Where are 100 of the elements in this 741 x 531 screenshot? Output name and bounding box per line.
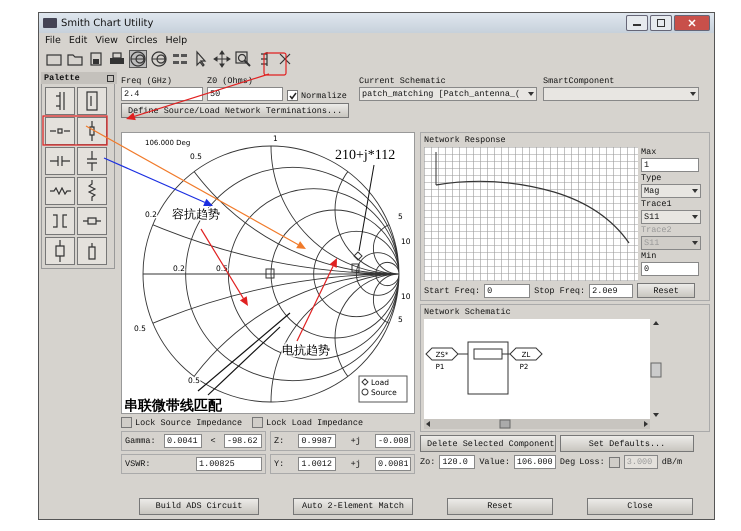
component-icon — [49, 128, 71, 134]
component-button[interactable] — [45, 87, 75, 115]
smith-chart-icon[interactable] — [129, 50, 147, 68]
gamma-angle-field[interactable]: -98.62 — [224, 434, 262, 448]
close-icon — [688, 19, 696, 27]
lock-load-label: Lock Load Impedance — [266, 418, 364, 428]
normalize-label: Normalize — [301, 90, 347, 100]
component-button[interactable] — [77, 207, 107, 235]
menu-item[interactable]: View — [95, 35, 118, 46]
dialog-button[interactable]: Auto 2-Element Match — [293, 498, 413, 514]
menu-item[interactable]: Edit — [68, 35, 88, 46]
y-label: Y: — [274, 459, 284, 469]
z-real-field[interactable]: 0.9987 — [298, 434, 336, 448]
min-field[interactable]: 0 — [641, 262, 699, 276]
type-label: Type — [641, 173, 662, 183]
zoom-icon[interactable] — [234, 50, 252, 68]
max-field[interactable]: 1 — [641, 158, 699, 172]
chart-caption: 串联微带线匹配 — [124, 398, 222, 413]
gamma-magnitude-field[interactable]: 0.0041 — [164, 434, 202, 448]
z-label: Z: — [274, 436, 284, 446]
component-button[interactable] — [45, 177, 75, 205]
dialog-button[interactable]: Build ADS Circuit — [139, 498, 259, 514]
caret-icon — [692, 215, 698, 219]
component-button[interactable] — [77, 237, 107, 265]
move-icon[interactable] — [213, 50, 231, 68]
component-button[interactable] — [45, 207, 75, 235]
type-dropdown[interactable]: Mag — [641, 184, 701, 198]
loss-checkbox[interactable] — [608, 456, 620, 468]
lock-source-checkbox[interactable] — [121, 417, 132, 428]
component-button[interactable] — [77, 147, 107, 175]
trace-label: Trace1 — [641, 199, 673, 209]
schematic-action-button[interactable]: Set Defaults... — [560, 435, 694, 452]
caret-icon — [692, 241, 698, 245]
component-button[interactable] — [77, 177, 107, 205]
app-icon — [43, 18, 57, 28]
freq-label: Freq (GHz) — [121, 76, 174, 86]
maximize-icon — [657, 19, 665, 27]
port-shape[interactable] — [425, 348, 459, 360]
zo-label: Zo: — [420, 457, 436, 467]
source-marker — [266, 268, 274, 278]
component-button[interactable] — [77, 117, 107, 145]
component-icon — [55, 239, 65, 263]
maximize-button[interactable] — [650, 15, 672, 31]
trend-annotation: 电抗趋势 — [282, 343, 330, 357]
value-field[interactable]: 106.000 — [514, 455, 556, 469]
palette-title: Palette — [44, 73, 80, 83]
caret-icon — [690, 92, 696, 96]
normalize-checkbox[interactable] — [287, 90, 298, 101]
menu-item[interactable]: File — [45, 35, 61, 46]
component-button[interactable] — [45, 237, 75, 265]
highlight-frame — [42, 115, 108, 146]
component-icon — [89, 120, 95, 142]
j-label: +j — [350, 436, 361, 446]
dialog-button[interactable]: Reset — [447, 498, 553, 514]
network-response-title: Network Response — [424, 135, 507, 145]
component-button[interactable] — [45, 147, 75, 175]
vswr-field[interactable]: 1.00825 — [196, 457, 262, 471]
component-icon — [88, 242, 96, 260]
vertical-scrollbar[interactable] — [650, 319, 662, 419]
dialog-button[interactable]: Close — [587, 498, 693, 514]
source-marker — [352, 264, 360, 272]
stop-freq-field[interactable]: 2.0e9 — [589, 284, 634, 298]
component-icon — [88, 179, 96, 203]
y-imaginary-field[interactable]: 0.0081 — [374, 457, 411, 471]
menu-item[interactable]: Circles — [126, 35, 158, 46]
menu-item[interactable]: Help — [166, 35, 188, 46]
lock-load-checkbox[interactable] — [252, 417, 264, 428]
smart-component-dropdown[interactable] — [543, 87, 699, 101]
vswr-label: VSWR: — [125, 459, 151, 469]
network-schematic-title: Network Schematic — [424, 307, 512, 317]
z0-field[interactable]: 50 — [207, 87, 283, 101]
current-schematic-label: Current Schematic — [359, 76, 447, 86]
z-imaginary-field[interactable]: -0.008 — [374, 434, 411, 448]
window-title: Smith Chart Utility — [61, 18, 154, 28]
component-icon — [49, 187, 71, 195]
zo-field[interactable]: 120.0 — [439, 455, 476, 469]
value-label: Value: — [479, 457, 510, 467]
reset-button[interactable]: Reset — [637, 283, 696, 298]
undock-icon[interactable] — [107, 74, 114, 82]
component-icon — [86, 91, 98, 111]
component-icon — [52, 214, 68, 228]
component-button[interactable] — [45, 117, 75, 145]
stop-freq-label: Stop Freq: — [534, 286, 586, 296]
component-icon — [82, 217, 102, 225]
current-schematic-dropdown[interactable]: patch_matching [Patch_antenna_( — [359, 87, 537, 101]
schematic-action-button[interactable]: Delete Selected Component — [420, 435, 556, 452]
trace-dropdown[interactable]: S11 — [641, 210, 701, 224]
y-real-field[interactable]: 1.0012 — [298, 457, 336, 471]
smith-chart-icon[interactable] — [150, 50, 168, 68]
minimize-button[interactable] — [626, 15, 648, 31]
loss-unit-label: dB/m — [662, 457, 682, 467]
caret-icon — [692, 189, 698, 193]
component-button[interactable] — [77, 87, 107, 115]
smart-component-label: SmartComponent — [543, 76, 616, 86]
transmission-line-drawing[interactable] — [458, 342, 510, 394]
start-freq-field[interactable]: 0 — [484, 284, 530, 298]
freq-field[interactable]: 2.4 — [121, 87, 203, 101]
horizontal-scrollbar[interactable] — [424, 419, 650, 429]
close-button[interactable] — [674, 15, 710, 31]
port-shape[interactable] — [509, 348, 543, 360]
